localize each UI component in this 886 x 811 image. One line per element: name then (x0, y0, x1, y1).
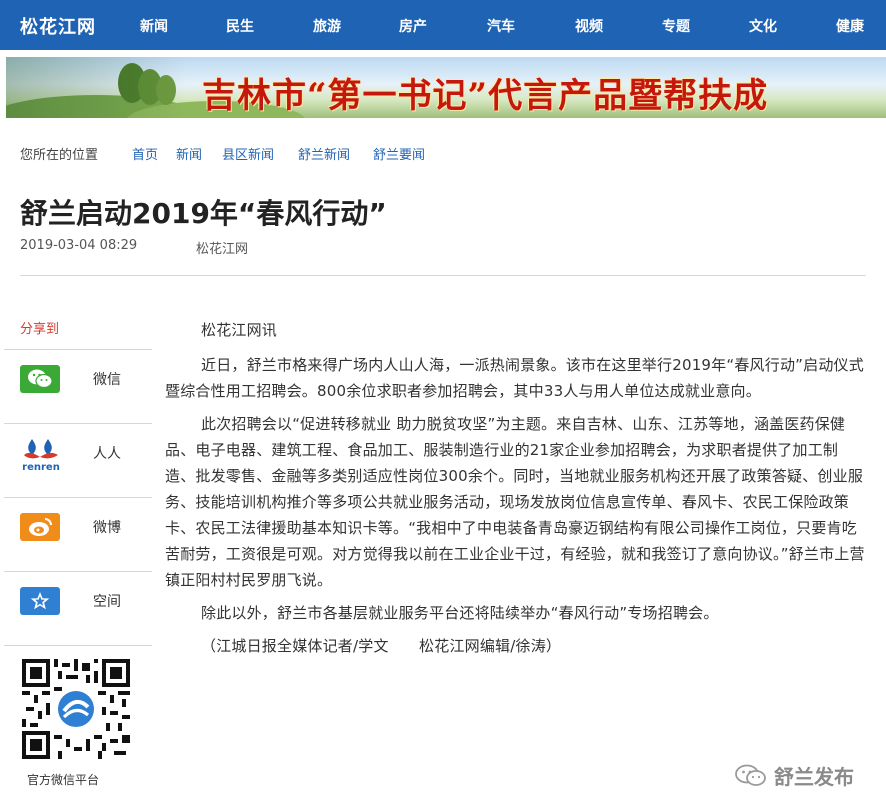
title-divider (20, 275, 866, 276)
breadcrumb-label: 您所在的位置 (20, 148, 99, 163)
top-nav-bar: 松花江网 新闻 民生 旅游 房产 汽车 视频 专题 文化 健康 (0, 0, 886, 50)
wechat-share-button[interactable] (20, 365, 60, 393)
nav-item-travel[interactable]: 旅游 (313, 16, 341, 36)
breadcrumb-county-news[interactable]: 县区新闻 (222, 144, 274, 163)
weibo-share-button[interactable] (20, 513, 60, 541)
nav-item-health[interactable]: 健康 (836, 16, 864, 36)
banner-ad[interactable]: 吉林市“第一书记”代言产品暨帮扶成 (6, 57, 886, 118)
renren-share-label[interactable]: 人人 (93, 443, 121, 463)
article-byline: （江城日报全媒体记者/学文 松花江网编辑/徐涛） (201, 637, 562, 655)
article-body: 松花江网讯 近日，舒兰市格来得广场内人山人海，一派热闹景象。该市在这里举行201… (165, 317, 865, 666)
breadcrumb-shulan-headlines[interactable]: 舒兰要闻 (373, 144, 425, 163)
article-paragraph: 近日，舒兰市格来得广场内人山人海，一派热闹景象。该市在这里举行2019年“春风行… (165, 356, 864, 400)
qr-label: 官方微信平台 (27, 773, 100, 787)
article-title: 舒兰启动2019年“春风行动” (20, 197, 387, 230)
article-paragraph: 除此以外，舒兰市各基层就业服务平台还将陆续举办“春风行动”专场招聘会。 (201, 604, 719, 622)
wechat-watermark-icon (735, 764, 766, 786)
weibo-icon (29, 518, 52, 536)
article-date: 2019-03-04 08:29 (20, 238, 138, 253)
share-divider (4, 571, 152, 572)
article-lead: 松花江网讯 (201, 321, 278, 339)
nav-item-realestate[interactable]: 房产 (399, 16, 427, 36)
qzone-share-label[interactable]: 空间 (93, 591, 121, 611)
share-divider (4, 497, 152, 498)
qzone-icon (30, 592, 50, 610)
watermark-text: 舒兰发布 (774, 764, 854, 789)
watermark: 舒兰发布 (734, 760, 854, 790)
share-divider (4, 423, 152, 424)
wechat-icon (28, 369, 53, 389)
nav-item-auto[interactable]: 汽车 (487, 16, 515, 36)
breadcrumb-home[interactable]: 首页 (132, 144, 158, 163)
nav-item-topics[interactable]: 专题 (662, 16, 690, 36)
article-source: 松花江网 (196, 242, 249, 257)
wechat-share-label[interactable]: 微信 (93, 369, 121, 389)
share-divider (4, 645, 152, 646)
qzone-share-button[interactable] (20, 587, 60, 615)
qr-code (22, 659, 130, 759)
renren-logo-text: renren (22, 462, 60, 473)
renren-share-button[interactable]: renren (18, 437, 64, 473)
renren-icon: renren (22, 439, 60, 473)
nav-item-culture[interactable]: 文化 (749, 16, 777, 36)
article-paragraph: 此次招聘会以“促进转移就业 助力脱贫攻坚”为主题。来自吉林、山东、江苏等地，涵盖… (165, 415, 865, 589)
breadcrumb-news[interactable]: 新闻 (176, 144, 202, 163)
share-title: 分享到 (20, 322, 60, 337)
banner-headline: 吉林市“第一书记”代言产品暨帮扶成 (202, 76, 769, 116)
site-logo[interactable]: 松花江网 (20, 13, 96, 39)
breadcrumb-shulan-news[interactable]: 舒兰新闻 (298, 144, 350, 163)
nav-item-livelihood[interactable]: 民生 (226, 16, 254, 36)
nav-item-video[interactable]: 视频 (575, 16, 603, 36)
banner-shade (6, 57, 186, 118)
weibo-share-label[interactable]: 微博 (93, 517, 121, 537)
share-divider (4, 349, 152, 350)
nav-item-news[interactable]: 新闻 (140, 16, 168, 36)
